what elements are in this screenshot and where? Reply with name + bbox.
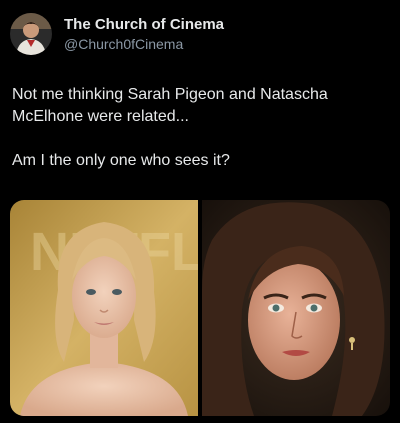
tweet-media[interactable]: NETFLIX <box>10 200 390 416</box>
tweet-text-paragraph: Not me thinking Sarah Pigeon and Natasch… <box>12 86 328 125</box>
tweet-text: Not me thinking Sarah Pigeon and Natasch… <box>12 84 390 172</box>
tweet-card[interactable]: The Church of Cinema @Church0fCinema Not… <box>0 0 400 423</box>
portrait-photo-left: NETFLIX <box>10 200 198 416</box>
portrait-photo-right <box>202 200 390 416</box>
photo-left[interactable]: NETFLIX <box>10 200 198 416</box>
photo-right[interactable] <box>202 200 390 416</box>
tweet-header: The Church of Cinema @Church0fCinema <box>10 12 224 56</box>
author-names: The Church of Cinema @Church0fCinema <box>64 16 224 51</box>
author-handle[interactable]: @Church0fCinema <box>64 36 224 52</box>
profile-avatar-icon <box>10 13 52 55</box>
avatar[interactable] <box>10 13 52 55</box>
tweet-text-paragraph: Am I the only one who sees it? <box>12 152 230 169</box>
author-display-name[interactable]: The Church of Cinema <box>64 16 224 33</box>
